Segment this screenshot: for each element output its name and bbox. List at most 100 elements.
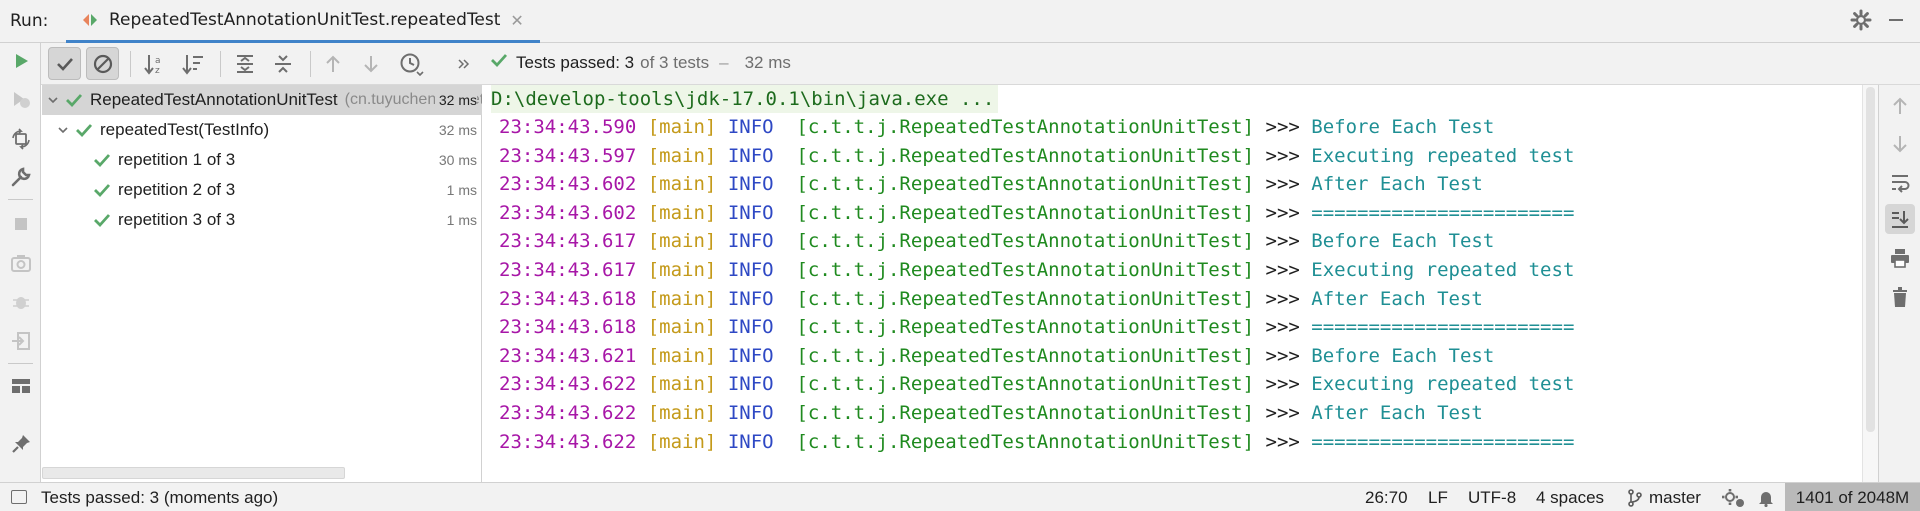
toggle-tool-windows-icon[interactable] [11,490,27,504]
log-timestamp: 23:34:43.621 [499,344,637,367]
chevron-down-icon[interactable] [46,94,60,106]
log-logger: [c.t.t.j.RepeatedTestAnnotationUnitTest] [796,287,1255,310]
debug-restart-icon[interactable] [6,287,36,317]
export-icon[interactable] [6,326,36,356]
tree-row[interactable]: repetition 3 of 3 1 ms [42,205,482,235]
wrench-icon[interactable] [6,162,36,192]
passed-check-icon [92,211,112,229]
log-arrow: >>> [1265,316,1300,339]
trash-icon[interactable] [1885,282,1915,312]
console-output[interactable]: D:\develop-tools\jdk-17.0.1\bin\java.exe… [483,85,1862,482]
settings-gear-icon[interactable] [1850,9,1872,36]
test-runner-toolbar: a z Tests passed: 3 of 3 tests – 32 ms [0,43,1920,85]
run-configuration-tab[interactable]: RepeatedTestAnnotationUnitTest.repeatedT… [66,0,540,43]
tree-row-label: repetition 2 of 3 [118,180,236,199]
pin-icon[interactable] [6,429,36,459]
line-separator[interactable]: LF [1428,488,1448,508]
close-icon[interactable]: ✕ [510,11,523,30]
layout-icon[interactable] [6,371,36,401]
log-thread: [main] [647,373,717,396]
scroll-to-end-icon[interactable] [1885,204,1915,234]
console-log-line: 23:34:43.622 [main] INFO [c.t.t.j.Repeat… [499,399,1483,427]
log-logger: [c.t.t.j.RepeatedTestAnnotationUnitTest] [796,116,1255,138]
log-timestamp: 23:34:43.617 [499,259,637,281]
minimize-icon[interactable] [1886,10,1906,35]
camera-icon[interactable] [6,248,36,278]
log-level: INFO [727,230,774,253]
scroll-down-icon[interactable] [1885,129,1915,159]
log-level: INFO [727,402,774,424]
log-timestamp: 23:34:43.602 [499,173,637,196]
soft-wrap-icon[interactable] [1885,167,1915,197]
scroll-up-icon[interactable] [1885,91,1915,121]
show-passed-icon[interactable] [48,47,81,80]
log-thread: [main] [647,344,717,367]
tree-row[interactable]: RepeatedTestAnnotationUnitTest (cn.tuyuch… [42,85,482,115]
log-level: INFO [727,144,774,167]
log-thread: [main] [647,287,717,310]
passed-check-icon [92,151,112,169]
log-timestamp: 23:34:43.622 [499,430,637,453]
passed-check-icon [64,91,84,109]
log-logger: [c.t.t.j.RepeatedTestAnnotationUnitTest] [796,402,1255,424]
more-icon[interactable] [452,47,476,80]
log-arrow: >>> [1265,144,1300,167]
toggle-auto-test-icon[interactable] [6,124,36,154]
console-vertical-scrollbar[interactable] [1862,85,1878,482]
log-timestamp: 23:34:43.618 [499,316,637,339]
rerun-failed-icon[interactable] [6,84,36,114]
chevron-down-icon[interactable] [56,124,70,136]
run-tab-title: RepeatedTestAnnotationUnitTest.repeatedT… [109,10,501,30]
log-arrow: >>> [1265,201,1300,224]
expand-all-icon[interactable] [228,47,261,80]
tests-passed-text: Tests passed: 3 [516,52,635,72]
console-log-line: 23:34:43.617 [main] INFO [c.t.t.j.Repeat… [499,227,1494,255]
log-arrow: >>> [1265,230,1300,253]
log-logger: [c.t.t.j.RepeatedTestAnnotationUnitTest] [796,144,1255,167]
tree-row[interactable]: repeatedTest(TestInfo) 32 ms [42,115,482,145]
log-logger: [c.t.t.j.RepeatedTestAnnotationUnitTest] [796,173,1255,196]
tree-row-duration: 30 ms [438,152,477,168]
show-ignored-icon[interactable] [86,47,119,80]
passed-check-icon [74,121,94,139]
tree-row[interactable]: repetition 2 of 3 1 ms [42,175,482,205]
tree-row-duration: 32 ms [434,92,477,108]
log-message: ======================= [1311,430,1575,453]
log-message: Before Each Test [1311,230,1495,253]
collapse-all-icon[interactable] [266,47,299,80]
log-timestamp: 23:34:43.618 [499,287,637,310]
run-icon[interactable] [6,46,36,76]
print-icon[interactable] [1885,243,1915,273]
status-message[interactable]: Tests passed: 3 (moments ago) [41,488,278,508]
next-failed-icon[interactable] [354,47,387,80]
caret-position[interactable]: 26:70 [1365,488,1408,508]
log-message: Executing repeated test [1311,259,1575,281]
console-log-line: 23:34:43.618 [main] INFO [c.t.t.j.Repeat… [499,313,1574,341]
sort-alphabetically-icon[interactable]: a z [138,47,171,80]
scrollbar-thumb[interactable] [1866,87,1875,432]
log-logger: [c.t.t.j.RepeatedTestAnnotationUnitTest] [796,201,1255,224]
ide-status-bar: Tests passed: 3 (moments ago) 26:70 LF U… [0,482,1920,511]
tree-horizontal-scrollbar[interactable] [42,467,345,479]
memory-indicator[interactable]: 1401 of 2048M [1785,483,1920,511]
tree-row-label: repeatedTest(TestInfo) [100,120,270,139]
log-arrow: >>> [1265,116,1300,138]
log-timestamp: 23:34:43.622 [499,373,637,396]
notifications-bell-icon[interactable] [1757,489,1775,511]
indent-setting[interactable]: 4 spaces [1536,488,1604,508]
log-level: INFO [727,373,774,396]
stop-icon[interactable] [6,209,36,239]
log-level: INFO [727,173,774,196]
test-history-icon[interactable] [394,47,427,80]
git-branch[interactable]: master [1649,488,1701,508]
tree-row[interactable]: repetition 1 of 3 30 ms [42,145,482,175]
sort-by-duration-icon[interactable] [176,47,209,80]
background-tasks-icon[interactable] [1720,487,1746,511]
log-thread: [main] [647,316,717,339]
console-log-line: 23:34:43.597 [main] INFO [c.t.t.j.Repeat… [499,142,1574,170]
log-logger: [c.t.t.j.RepeatedTestAnnotationUnitTest] [796,344,1255,367]
previous-failed-icon[interactable] [316,47,349,80]
log-thread: [main] [647,259,717,281]
file-encoding[interactable]: UTF-8 [1468,488,1516,508]
log-message: After Each Test [1311,173,1483,196]
